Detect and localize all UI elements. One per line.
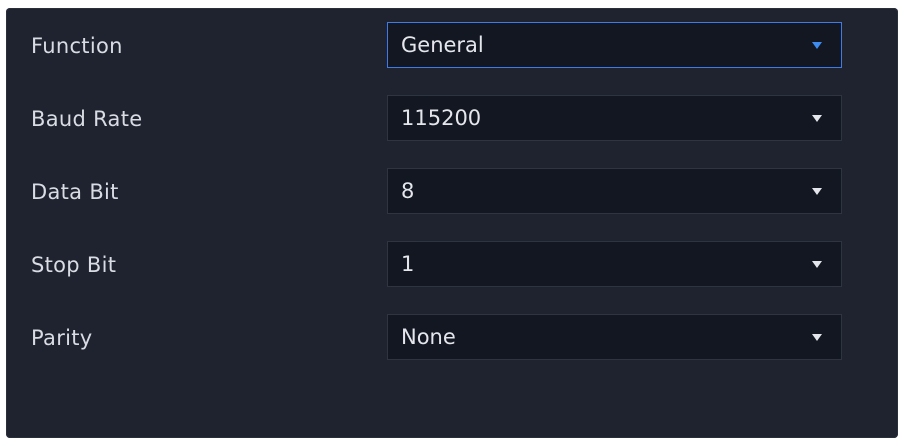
parity-label: Parity bbox=[31, 326, 93, 350]
chevron-down-icon bbox=[812, 42, 822, 49]
baud-rate-value: 115200 bbox=[401, 106, 482, 130]
serial-settings-panel: Function General Baud Rate 115200 Data B… bbox=[6, 8, 898, 438]
data-bit-row: Data Bit 8 bbox=[6, 168, 898, 216]
data-bit-label: Data Bit bbox=[31, 180, 119, 204]
function-row: Function General bbox=[6, 22, 898, 70]
baud-rate-select[interactable]: 115200 bbox=[387, 95, 842, 141]
data-bit-value: 8 bbox=[401, 179, 415, 203]
chevron-down-icon bbox=[812, 188, 822, 195]
stop-bit-value: 1 bbox=[401, 252, 415, 276]
chevron-down-icon bbox=[812, 334, 822, 341]
stop-bit-row: Stop Bit 1 bbox=[6, 241, 898, 289]
function-label: Function bbox=[31, 34, 123, 58]
function-select[interactable]: General bbox=[387, 22, 842, 68]
chevron-down-icon bbox=[812, 261, 822, 268]
stop-bit-label: Stop Bit bbox=[31, 253, 117, 277]
parity-select[interactable]: None bbox=[387, 314, 842, 360]
data-bit-select[interactable]: 8 bbox=[387, 168, 842, 214]
parity-value: None bbox=[401, 325, 456, 349]
chevron-down-icon bbox=[812, 115, 822, 122]
parity-row: Parity None bbox=[6, 314, 898, 362]
baud-rate-label: Baud Rate bbox=[31, 107, 143, 131]
stop-bit-select[interactable]: 1 bbox=[387, 241, 842, 287]
function-value: General bbox=[401, 33, 484, 57]
baud-rate-row: Baud Rate 115200 bbox=[6, 95, 898, 143]
